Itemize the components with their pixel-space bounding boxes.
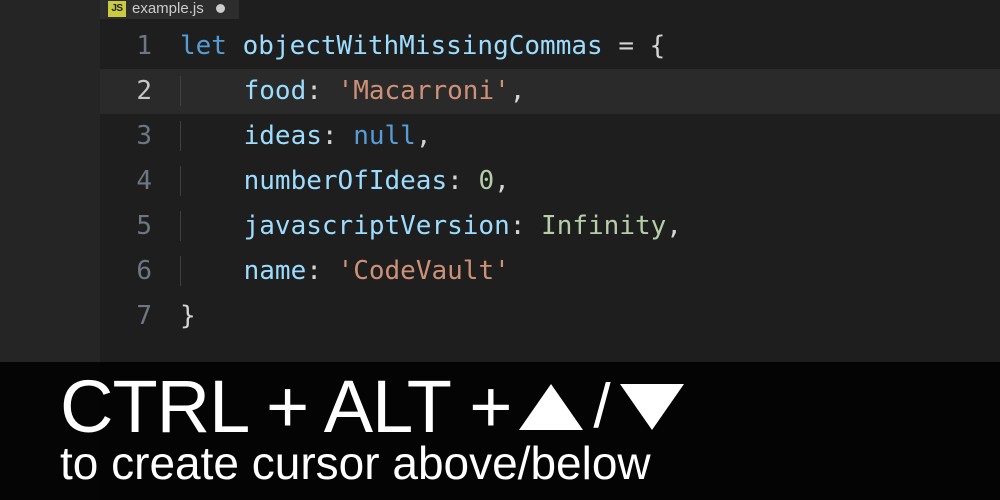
code-line[interactable]: 3 ideas: null,: [100, 114, 1000, 159]
caption-keys-line: CTRL + ALT + /: [60, 370, 960, 444]
code-content: name: 'CodeVault': [180, 249, 1000, 294]
tab-bar: JS example.js: [100, 0, 239, 22]
code-content: ideas: null,: [180, 114, 1000, 159]
caption-separator: /: [593, 376, 609, 438]
shortcut-caption: CTRL + ALT + / to create cursor above/be…: [0, 362, 1000, 500]
code-line[interactable]: 7}: [100, 294, 1000, 339]
code-editor[interactable]: 1let objectWithMissingCommas = {2 food: …: [100, 24, 1000, 339]
line-number: 5: [100, 204, 180, 249]
caption-description: to create cursor above/below: [60, 440, 960, 486]
code-line[interactable]: 5 javascriptVersion: Infinity,: [100, 204, 1000, 249]
code-content: numberOfIdeas: 0,: [180, 159, 1000, 204]
tab-example-js[interactable]: JS example.js: [100, 0, 239, 19]
line-number: 6: [100, 249, 180, 294]
line-number: 4: [100, 159, 180, 204]
code-content: let objectWithMissingCommas = {: [180, 24, 1000, 69]
code-content: food: 'Macarroni',: [180, 69, 1000, 114]
js-file-icon: JS: [108, 1, 126, 17]
code-line[interactable]: 4 numberOfIdeas: 0,: [100, 159, 1000, 204]
code-line[interactable]: 2 food: 'Macarroni',: [100, 69, 1000, 114]
line-number: 3: [100, 114, 180, 159]
tab-filename: example.js: [132, 0, 204, 17]
line-number: 1: [100, 24, 180, 69]
code-content: javascriptVersion: Infinity,: [180, 204, 1000, 249]
modified-indicator-icon: [216, 4, 225, 13]
arrow-down-icon: [620, 384, 684, 430]
caption-keys-text: CTRL + ALT +: [60, 370, 511, 444]
code-line[interactable]: 1let objectWithMissingCommas = {: [100, 24, 1000, 69]
code-content: }: [180, 294, 1000, 339]
line-number: 2: [100, 69, 180, 114]
line-number: 7: [100, 294, 180, 339]
arrow-up-icon: [519, 384, 583, 430]
code-line[interactable]: 6 name: 'CodeVault': [100, 249, 1000, 294]
